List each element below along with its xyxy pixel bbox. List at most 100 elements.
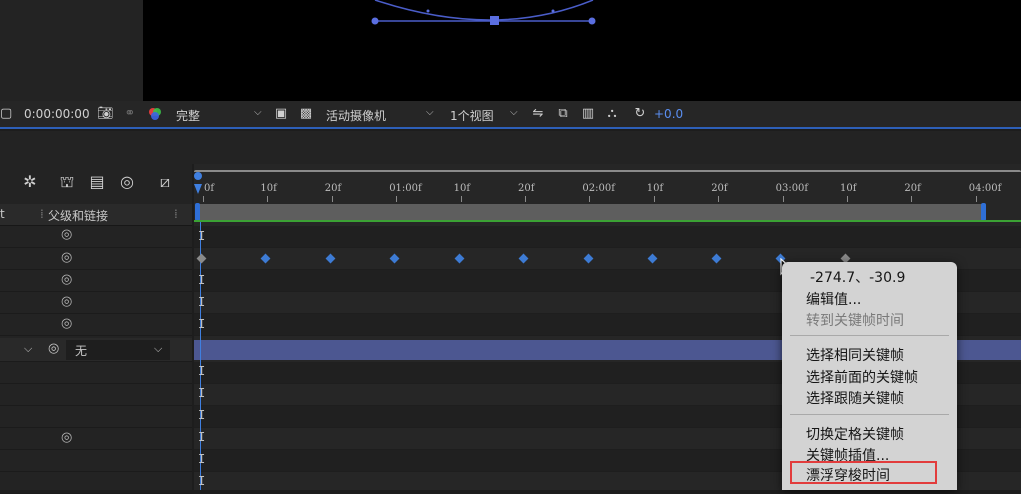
draft-3d-icon[interactable]: ✲ <box>20 172 40 192</box>
ruler-tick-label: 20f <box>904 183 921 194</box>
menu-item-select-same[interactable]: 选择相同关键帧 <box>806 345 904 365</box>
camera-snapshot-icon[interactable]: 📷︎ <box>97 106 114 122</box>
menu-item-goto-keyframe-time: 转到关键帧时间 <box>806 313 904 329</box>
ruler-tick <box>911 196 913 202</box>
playhead-handle[interactable] <box>193 172 202 198</box>
frame-blending-icon[interactable]: ▤ <box>87 172 107 192</box>
channel-rgb-icon[interactable] <box>147 106 163 122</box>
composition-viewer[interactable] <box>143 0 1021 101</box>
menu-separator <box>790 335 949 336</box>
layer-row[interactable] <box>0 406 192 428</box>
highlight-box <box>790 461 937 484</box>
ruler-tick-label: 02:00f <box>582 183 615 194</box>
ibeam-icon: I <box>198 430 206 444</box>
ruler-tick-label: 20f <box>324 183 342 194</box>
work-area-bar[interactable] <box>197 204 984 220</box>
pick-whip-icon[interactable]: ◎ <box>61 430 72 445</box>
ruler-tick-label: 10f <box>260 183 277 194</box>
menu-item-edit-value[interactable]: 编辑值... <box>806 289 861 309</box>
ruler-tick <box>267 196 269 202</box>
ruler-tick-label: 0f <box>204 183 215 194</box>
layer-row[interactable] <box>0 362 192 384</box>
parent-value[interactable]: 无 <box>75 342 87 359</box>
ruler-tick <box>975 196 977 202</box>
ruler-tick <box>718 196 720 202</box>
ibeam-icon: I <box>198 386 206 400</box>
views-select[interactable]: 1个视图 <box>450 107 494 124</box>
ruler-tick <box>525 196 526 202</box>
chevron-down-icon[interactable]: ⌵ <box>510 107 518 118</box>
fast-previews-icon[interactable]: ⧉ <box>555 106 571 122</box>
menu-item-select-previous[interactable]: 选择前面的关键帧 <box>806 367 918 387</box>
layer-row[interactable]: ◎ <box>0 314 192 336</box>
viewer-side-panel <box>0 0 143 101</box>
show-snapshot-icon[interactable]: ⚭ <box>122 106 138 122</box>
layer-duration-bar[interactable] <box>194 220 1021 222</box>
layer-row[interactable]: ◎ <box>0 248 192 270</box>
pick-whip-icon[interactable]: ◎ <box>61 272 72 287</box>
region-icon[interactable]: ▢ <box>0 106 12 122</box>
column-t: t <box>0 207 5 221</box>
toggle-pixel-aspect-icon[interactable]: ⇋ <box>530 106 546 122</box>
pick-whip-icon[interactable]: ◎ <box>61 227 72 242</box>
chevron-down-icon[interactable]: ⌵ <box>24 342 32 356</box>
ibeam-icon: I <box>198 474 206 488</box>
ruler-tick <box>396 196 398 202</box>
ruler-tick <box>460 196 462 202</box>
pick-whip-icon[interactable]: ◎ <box>61 294 72 309</box>
composition-toolbar: ▢ 0:00:00:00 📷︎ ⚭ 完整 ⌵ ▣ ▩ 活动摄像机 ⌵ 1个视图 … <box>0 101 1021 129</box>
pick-whip-icon[interactable]: ◎ <box>61 250 72 265</box>
layer-row[interactable]: ◎ <box>0 428 192 450</box>
timecode[interactable]: 0:00:00:00 <box>24 107 90 121</box>
region-of-interest-icon[interactable]: ▣ <box>273 106 289 122</box>
flowchart-icon[interactable]: ⛬ <box>604 106 620 122</box>
ruler-tick-label: 20f <box>518 183 535 194</box>
transparency-grid-icon[interactable]: ▩ <box>298 106 314 122</box>
menu-separator <box>790 414 949 415</box>
layer-row[interactable]: ◎ <box>0 292 192 314</box>
ruler-tick <box>589 196 591 202</box>
keyframe-value-readout: -274.7、-30.9 <box>810 270 906 286</box>
ruler-tick-label: 10f <box>646 183 664 194</box>
ruler-tick-label: 01:00f <box>389 183 422 194</box>
layer-row[interactable]: ◎ <box>0 270 192 292</box>
ibeam-icon: I <box>198 452 206 466</box>
ruler-tick <box>203 196 204 202</box>
resolution-select[interactable]: 完整 <box>176 107 200 124</box>
camera-select[interactable]: 活动摄像机 <box>326 107 386 124</box>
layer-row[interactable] <box>0 450 192 472</box>
ruler-tick <box>847 196 848 202</box>
pick-whip-icon[interactable]: ◎ <box>48 341 59 356</box>
menu-item-select-following[interactable]: 选择跟随关键帧 <box>806 388 904 408</box>
ruler-tick-label: 04:00f <box>968 183 1002 194</box>
exposure-value[interactable]: +0.0 <box>654 107 683 121</box>
work-area-end-handle[interactable] <box>981 203 986 221</box>
column-divider: ⁞ <box>174 207 178 221</box>
column-parent-link: 父级和链接 <box>48 209 109 223</box>
pick-whip-icon[interactable]: ◎ <box>61 316 72 331</box>
layer-row-selected[interactable]: ⌵ ◎ 无 ⌵ <box>0 338 192 362</box>
ruler-tick <box>653 196 655 202</box>
ibeam-icon: I <box>198 295 206 309</box>
motion-blur-icon[interactable]: ◎ <box>117 172 137 192</box>
graph-editor-icon[interactable]: ⧄ <box>155 172 175 192</box>
layer-row[interactable]: ◎ <box>0 226 192 248</box>
chevron-down-icon[interactable]: ⌵ <box>254 107 262 118</box>
ibeam-icon: I <box>198 364 206 378</box>
timeline-row[interactable] <box>194 226 1021 248</box>
chevron-down-icon[interactable]: ⌵ <box>426 107 434 118</box>
layer-row[interactable] <box>0 384 192 406</box>
reset-exposure-icon[interactable]: ↻ <box>632 106 648 122</box>
work-area-start-handle[interactable] <box>195 203 200 221</box>
menu-item-toggle-hold[interactable]: 切换定格关键帧 <box>806 424 904 444</box>
path-curve[interactable] <box>143 0 1021 101</box>
column-header: t ⁞ 父级和链接 ⁞ <box>0 204 192 226</box>
timeline-icon[interactable]: ▥ <box>580 106 596 122</box>
ibeam-icon: I <box>198 229 206 243</box>
chevron-down-icon[interactable]: ⌵ <box>154 342 162 356</box>
ruler-tick-label: 20f <box>711 183 728 194</box>
layer-row[interactable] <box>0 472 192 494</box>
ibeam-icon: I <box>198 408 206 422</box>
shy-layers-icon[interactable]: ⛫ <box>57 172 77 192</box>
ruler-tick-label: 10f <box>453 183 471 194</box>
